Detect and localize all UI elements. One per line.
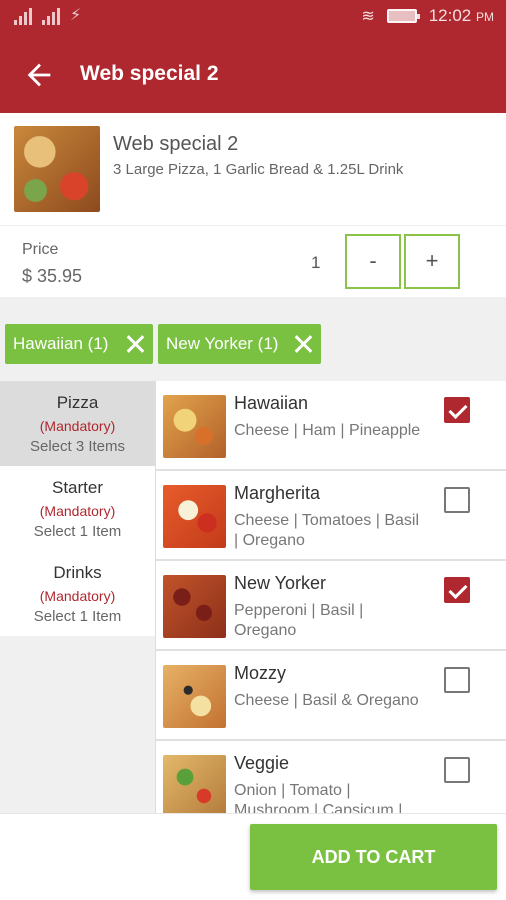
category-sidebar: Pizza (Mandatory) Select 3 Items Starter… (0, 381, 155, 813)
category-name: Pizza (56, 393, 99, 412)
item-checkbox[interactable] (444, 577, 470, 603)
list-item[interactable]: Mozzy Cheese | Basil & Oregano (156, 651, 506, 741)
sidebar-item-starter[interactable]: Starter (Mandatory) Select 1 Item (0, 466, 155, 551)
list-item[interactable]: Hawaiian Cheese | Ham | Pineapple (156, 381, 506, 471)
decrease-quantity-button[interactable]: - (345, 234, 401, 289)
item-name: Margherita (234, 483, 321, 503)
back-arrow-icon[interactable] (22, 58, 56, 92)
signal-icon (42, 7, 62, 25)
chip-label: New Yorker (1) (166, 334, 279, 353)
price-label: Price (22, 241, 59, 258)
bottom-bar: ADD TO CART (0, 813, 506, 900)
selected-chips: Hawaiian (1) New Yorker (1) (0, 297, 506, 381)
category-mandatory: (Mandatory) (39, 588, 116, 604)
app-bar: Web special 2 (0, 36, 506, 113)
item-name: Hawaiian (234, 393, 309, 413)
battery-icon (386, 9, 420, 23)
category-mandatory: (Mandatory) (39, 418, 116, 434)
status-bar: ⚡ ≋ 12:02 PM (0, 0, 506, 36)
clock-ampm: PM (476, 10, 494, 24)
item-checkbox[interactable] (444, 757, 470, 783)
pizza-image (163, 395, 226, 458)
pizza-image (163, 485, 226, 548)
item-ingredients: Pepperoni | Basil | Oregano (234, 602, 364, 639)
selected-chip-hawaiian[interactable]: Hawaiian (1) (5, 324, 153, 364)
product-header: Web special 2 3 Large Pizza, 1 Garlic Br… (0, 113, 506, 225)
quantity-value: 1 (311, 253, 321, 272)
item-checkbox[interactable] (444, 487, 470, 513)
pizza-image (163, 575, 226, 638)
list-item[interactable]: New Yorker Pepperoni | Basil | Oregano (156, 561, 506, 651)
sidebar-item-drinks[interactable]: Drinks (Mandatory) Select 1 Item (0, 551, 155, 636)
item-checkbox[interactable] (444, 397, 470, 423)
signal-icon (14, 7, 34, 25)
clock: 12:02 PM (429, 6, 494, 26)
item-checkbox[interactable] (444, 667, 470, 693)
item-list[interactable]: Hawaiian Cheese | Ham | Pineapple Marghe… (155, 381, 506, 813)
category-name: Starter (51, 478, 104, 497)
chip-label: Hawaiian (1) (13, 334, 109, 353)
item-ingredients: Cheese | Basil & Oregano (234, 692, 419, 709)
item-ingredients: Cheese | Tomatoes | Basil | Oregano (234, 512, 419, 549)
item-name: Veggie (234, 753, 290, 773)
add-to-cart-button[interactable]: ADD TO CART (250, 824, 497, 890)
close-icon[interactable] (123, 332, 147, 356)
price-value: $ 35.95 (22, 266, 83, 286)
selected-chip-new-yorker[interactable]: New Yorker (1) (158, 324, 321, 364)
notification-icon: ⚡ (70, 7, 82, 24)
sidebar-item-pizza[interactable]: Pizza (Mandatory) Select 3 Items (0, 381, 155, 466)
wifi-icon: ≋ (361, 8, 375, 25)
page-title: Web special 2 (80, 62, 219, 85)
increase-quantity-button[interactable]: + (404, 234, 460, 289)
pizza-image (163, 665, 226, 728)
list-item[interactable]: Margherita Cheese | Tomatoes | Basil | O… (156, 471, 506, 561)
pizza-image (163, 755, 226, 813)
category-select-count: Select 1 Item (33, 608, 122, 625)
product-image (14, 126, 100, 212)
category-name: Drinks (53, 563, 102, 582)
category-select-count: Select 1 Item (33, 523, 122, 540)
clock-time: 12:02 (428, 6, 472, 25)
list-item[interactable]: Veggie Onion | Tomato | Mushroom | Capsi… (156, 741, 506, 813)
product-description: 3 Large Pizza, 1 Garlic Bread & 1.25L Dr… (113, 161, 404, 178)
price-row: Price $ 35.95 1 - + (0, 225, 506, 297)
product-name: Web special 2 (113, 133, 239, 155)
item-ingredients: Onion | Tomato | Mushroom | Capsicum | (234, 782, 403, 813)
close-icon[interactable] (291, 332, 315, 356)
item-name: New Yorker (234, 573, 327, 593)
item-name: Mozzy (234, 663, 287, 683)
item-ingredients: Cheese | Ham | Pineapple (234, 422, 421, 439)
category-select-count: Select 3 Items (29, 438, 126, 455)
category-mandatory: (Mandatory) (39, 503, 116, 519)
